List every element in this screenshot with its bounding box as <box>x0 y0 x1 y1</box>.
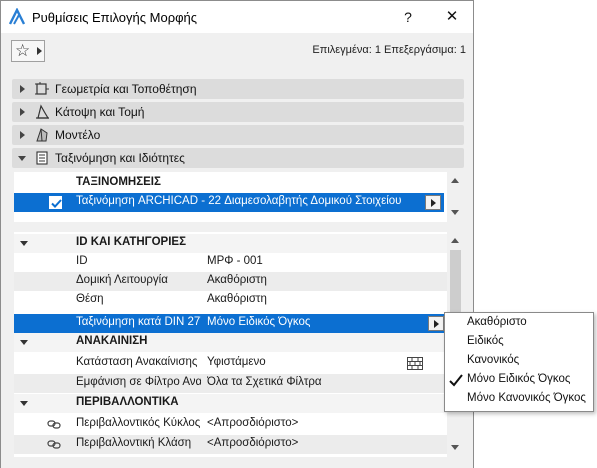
property-row[interactable]: Θέση Ακαθόριστη <box>14 291 447 310</box>
floorplan-icon <box>36 104 50 119</box>
group-row-renovation[interactable]: ΑΝΑΚΑΙΝΙΣΗ <box>14 333 447 352</box>
classifications-header: ΤΑΞΙΝΟΜΗΣΕΙΣ <box>76 176 161 188</box>
dropdown-option[interactable]: Ειδικός <box>445 333 593 352</box>
property-row-selected[interactable]: Ταξινόμηση κατά DIN 277 Μόνο Ειδικός Όγκ… <box>14 314 447 333</box>
checkmark-icon <box>449 374 463 387</box>
selection-info: Επιλεγμένα: 1 Επεξεργάσιμα: 1 <box>312 44 466 56</box>
classification-row[interactable]: Ταξινόμηση ARCHICAD - 22 Διαμεσολαβητής … <box>14 193 444 212</box>
property-value: Όλα τα Σχετικά Φίλτρα <box>207 376 322 388</box>
geometry-icon <box>35 82 49 95</box>
section-model[interactable]: Μοντέλο <box>12 125 464 145</box>
dropdown-option-selected[interactable]: Μόνο Ειδικός Όγκος <box>445 371 593 390</box>
property-value: Μόνο Ειδικός Όγκος <box>207 316 311 328</box>
din277-dropdown: Ακαθόριστο Ειδικός Κανονικός Μόνο Ειδικό… <box>444 312 594 412</box>
collapse-arrow-icon <box>20 401 28 406</box>
document-icon <box>36 151 48 165</box>
group-label: ΑΝΑΚΑΙΝΙΣΗ <box>76 335 148 347</box>
link-icon <box>47 420 61 429</box>
property-name: ID <box>76 255 88 267</box>
group-label: ID ΚΑΙ ΚΑΤΗΓΟΡΙΕΣ <box>76 236 186 248</box>
dropdown-option[interactable]: Κανονικός <box>445 352 593 371</box>
property-value: Ακαθόριστη <box>207 293 267 305</box>
collapse-arrow-icon <box>20 340 28 345</box>
classification-label: Ταξινόμηση ARCHICAD - 22 Διαμεσολαβητής … <box>76 195 402 207</box>
property-value: <Απροσδιόριστο> <box>207 437 299 449</box>
group-row-environmental[interactable]: ΠΕΡΙΒΑΛΛΟΝΤΙΚΑ <box>14 394 447 413</box>
property-name: Κατάσταση Ανακαίνισης <box>76 356 198 368</box>
scroll-up-icon[interactable] <box>451 178 459 183</box>
properties-panel: ID ΚΑΙ ΚΑΤΗΓΟΡΙΕΣ ID ΜΡΦ - 001 Δομική Λε… <box>14 232 462 457</box>
classifications-scrollbar[interactable] <box>447 172 462 222</box>
scroll-up-icon[interactable] <box>451 238 459 243</box>
section-label: Γεωμετρία και Τοποθέτηση <box>55 82 197 96</box>
classifications-panel: ΤΑΞΙΝΟΜΗΣΕΙΣ Ταξινόμηση ARCHICAD - 22 Δι… <box>14 172 462 222</box>
expand-arrow-icon <box>20 85 25 93</box>
section-floorplan[interactable]: Κάτοψη και Τομή <box>12 102 464 122</box>
section-label: Κάτοψη και Τομή <box>55 105 145 119</box>
property-row[interactable]: Κατάσταση Ανακαίνισης Υφιστάμενο <box>14 354 447 373</box>
classifications-header-row: ΤΑΞΙΝΟΜΗΣΕΙΣ <box>14 174 447 193</box>
title-bar[interactable]: Ρυθμίσεις Επιλογής Μορφής ? ✕ <box>1 1 473 33</box>
section-label: Ταξινόμηση και Ιδιότητες <box>55 151 185 165</box>
section-geometry[interactable]: Γεωμετρία και Τοποθέτηση <box>12 79 464 99</box>
property-row[interactable]: Περιβαλλοντική Κλάση <Απροσδιόριστο> <box>14 435 447 454</box>
scroll-down-icon[interactable] <box>451 210 459 215</box>
section-label: Μοντέλο <box>55 128 101 142</box>
property-value: ΜΡΦ - 001 <box>207 255 263 267</box>
expand-arrow-icon <box>20 108 25 116</box>
expand-arrow-icon <box>20 131 25 139</box>
classification-checkbox[interactable] <box>49 196 62 209</box>
property-row[interactable]: ID ΜΡΦ - 001 <box>14 253 447 272</box>
scroll-thumb[interactable] <box>450 250 461 312</box>
property-value: <Απροσδιόριστο> <box>207 417 299 429</box>
classification-picker-button[interactable] <box>425 195 441 210</box>
property-row[interactable]: Εμφάνιση σε Φίλτρο Ανα... Όλα τα Σχετικά… <box>14 374 447 393</box>
window-title: Ρυθμίσεις Επιλογής Μορφής <box>32 10 198 25</box>
archicad-logo-icon <box>8 8 26 25</box>
property-name: Δομική Λειτουργία <box>76 274 168 286</box>
property-name: Περιβαλλοντικός Κύκλος ... <box>76 417 201 429</box>
property-name: Περιβαλλοντική Κλάση <box>76 437 192 449</box>
group-row-ids[interactable]: ID ΚΑΙ ΚΑΤΗΓΟΡΙΕΣ <box>14 234 447 253</box>
brick-wall-icon[interactable] <box>407 357 423 370</box>
dropdown-option[interactable]: Ακαθόριστο <box>445 314 593 333</box>
favorites-button[interactable]: ☆ <box>11 40 45 62</box>
collapse-arrow-icon <box>18 156 26 161</box>
close-button[interactable]: ✕ <box>435 5 469 29</box>
group-label: ΠΕΡΙΒΑΛΛΟΝΤΙΚΑ <box>76 396 179 408</box>
dialog-window: Ρυθμίσεις Επιλογής Μορφής ? ✕ ☆ Επιλεγμέ… <box>0 0 474 468</box>
link-icon <box>47 440 61 449</box>
property-name: Ταξινόμηση κατά DIN 277 <box>76 316 201 328</box>
scroll-down-icon[interactable] <box>451 445 459 450</box>
property-row[interactable]: Περιβαλλοντικός Κύκλος ... <Απροσδιόριστ… <box>14 415 447 434</box>
property-name: Εμφάνιση σε Φίλτρο Ανα... <box>76 376 201 388</box>
property-name: Θέση <box>76 293 104 305</box>
collapse-arrow-icon <box>20 241 28 246</box>
property-value: Ακαθόριστη <box>207 274 267 286</box>
star-icon: ☆ <box>15 41 31 60</box>
model-icon <box>36 128 48 142</box>
section-classification[interactable]: Ταξινόμηση και Ιδιότητες <box>12 148 464 168</box>
help-button[interactable]: ? <box>391 5 425 29</box>
caret-right-icon <box>37 47 42 55</box>
value-picker-button[interactable] <box>428 316 444 331</box>
property-row[interactable]: Δομική Λειτουργία Ακαθόριστη <box>14 272 447 291</box>
property-value: Υφιστάμενο <box>207 356 266 368</box>
dropdown-option[interactable]: Μόνο Κανονικός Όγκος <box>445 390 593 409</box>
